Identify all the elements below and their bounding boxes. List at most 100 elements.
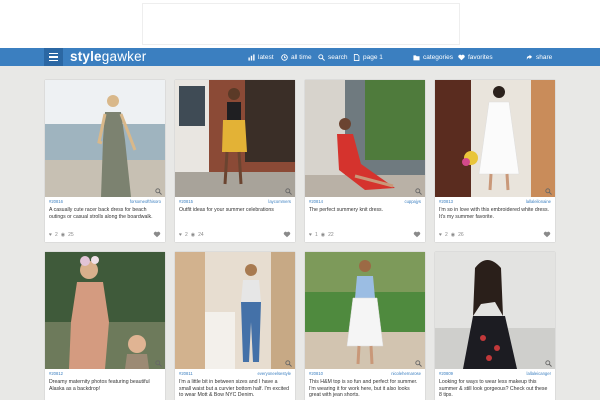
- post-meta: #20813 lallaleilonaine: [439, 199, 551, 206]
- heart-count: 2: [444, 232, 448, 238]
- favorite-heart-icon[interactable]: [153, 231, 161, 238]
- nav-latest-label: latest: [258, 53, 274, 61]
- nav-page-label: page 1: [363, 53, 383, 61]
- post-caption[interactable]: This H&M top is so fun and perfect for s…: [309, 379, 419, 399]
- post-user[interactable]: lallaleilonaine: [526, 199, 551, 206]
- favorite-heart-icon[interactable]: [543, 231, 551, 238]
- view-count: 25: [68, 232, 74, 238]
- post-card[interactable]: #20811 everyoneelsestyle I'm a little bi…: [175, 252, 295, 400]
- post-caption[interactable]: Outfit ideas for your summer celebration…: [179, 207, 289, 214]
- share-icon: [526, 54, 533, 61]
- post-photo[interactable]: [45, 80, 165, 197]
- post-caption[interactable]: The perfect summery knit dress.: [309, 207, 419, 214]
- heart-count: 1: [314, 232, 318, 238]
- post-card[interactable]: #20813 lallaleilonaine I'm so in love wi…: [435, 80, 555, 242]
- post-user[interactable]: lallaleicanger: [527, 371, 551, 378]
- clock-icon: [281, 53, 288, 61]
- views-icon: ◉: [190, 232, 196, 238]
- zoom-icon[interactable]: [545, 360, 552, 367]
- favorite-heart-icon[interactable]: [413, 231, 421, 238]
- latest-icon: [248, 53, 255, 61]
- post-photo[interactable]: [175, 252, 295, 369]
- post-card[interactable]: #20814 cuppajys The perfect summery knit…: [305, 80, 425, 242]
- post-card[interactable]: #20810 nicolehernarose This H&M top is s…: [305, 252, 425, 400]
- views-icon: ◉: [450, 232, 456, 238]
- nav-share-label: share: [536, 53, 553, 61]
- nav-latest[interactable]: latest: [248, 48, 274, 66]
- post-caption[interactable]: I'm a little bit in between sizes and I …: [179, 379, 289, 399]
- zoom-icon[interactable]: [415, 360, 422, 367]
- post-card[interactable]: #20816 forsomeofthisoro A casually cute …: [45, 80, 165, 242]
- nav-categories-label: categories: [423, 53, 453, 61]
- post-photo[interactable]: [175, 80, 295, 197]
- zoom-icon[interactable]: [545, 188, 552, 195]
- page-icon: [353, 53, 360, 61]
- post-user[interactable]: everyoneelsestyle: [257, 371, 291, 378]
- post-photo[interactable]: [45, 252, 165, 369]
- post-id[interactable]: #20811: [179, 371, 193, 378]
- site-logo[interactable]: stylegawker: [70, 49, 147, 65]
- nav-all-time-label: all time: [291, 53, 312, 61]
- post-user[interactable]: nicolehernarose: [391, 371, 421, 378]
- post-meta: #20810 nicolehernarose: [309, 371, 421, 378]
- post-id[interactable]: #20815: [179, 199, 193, 206]
- post-id[interactable]: #20812: [49, 371, 63, 378]
- nav-search-label: search: [328, 53, 348, 61]
- post-id[interactable]: #20809: [439, 371, 453, 378]
- search-icon: [318, 53, 325, 61]
- post-photo[interactable]: [435, 252, 555, 369]
- post-meta: #20814 cuppajys: [309, 199, 421, 206]
- zoom-icon[interactable]: [155, 360, 162, 367]
- nav-search[interactable]: search: [318, 48, 348, 66]
- post-meta: #20809 lallaleicanger: [439, 371, 551, 378]
- heart-icon: [458, 54, 465, 61]
- post-card[interactable]: #20809 lallaleicanger Looking for ways t…: [435, 252, 555, 400]
- post-id[interactable]: #20810: [309, 371, 323, 378]
- post-photo[interactable]: [305, 80, 425, 197]
- post-caption[interactable]: Dreamy maternity photos featuring beauti…: [49, 379, 159, 392]
- nav-page[interactable]: page 1: [353, 48, 383, 66]
- nav-all-time[interactable]: all time: [281, 48, 312, 66]
- ad-slot: [142, 3, 460, 45]
- heart-icon: ♥: [309, 232, 312, 238]
- zoom-icon[interactable]: [285, 188, 292, 195]
- heart-icon: ♥: [49, 232, 52, 238]
- post-meta: #20816 forsomeofthisoro: [49, 199, 161, 206]
- heart-icon: ♥: [439, 232, 442, 238]
- navbar: stylegawker latest all time search page …: [0, 48, 600, 66]
- post-photo[interactable]: [435, 80, 555, 197]
- menu-icon[interactable]: [44, 48, 63, 66]
- post-stats: ♥ 2 ◉ 25: [49, 232, 74, 238]
- nav-favorites[interactable]: favorites: [458, 48, 493, 66]
- post-user[interactable]: forsomeofthisoro: [130, 199, 161, 206]
- nav-share[interactable]: share: [526, 48, 552, 66]
- views-icon: ◉: [60, 232, 66, 238]
- post-card[interactable]: #20812 Dreamy maternity photos featuring…: [45, 252, 165, 400]
- post-stats: ♥ 2 ◉ 26: [439, 232, 464, 238]
- view-count: 22: [328, 232, 334, 238]
- post-caption[interactable]: Looking for ways to wear less makeup thi…: [439, 379, 549, 399]
- post-stats: ♥ 1 ◉ 22: [309, 232, 334, 238]
- post-stats: ♥ 2 ◉ 24: [179, 232, 204, 238]
- post-meta: #20811 everyoneelsestyle: [179, 371, 291, 378]
- top-banner-area: [0, 0, 600, 48]
- post-photo[interactable]: [305, 252, 425, 369]
- post-user[interactable]: laycommers: [268, 199, 291, 206]
- heart-count: 2: [54, 232, 58, 238]
- post-meta: #20812: [49, 371, 161, 378]
- post-meta: #20815 laycommers: [179, 199, 291, 206]
- zoom-icon[interactable]: [155, 188, 162, 195]
- post-user[interactable]: cuppajys: [404, 199, 421, 206]
- view-count: 24: [198, 232, 204, 238]
- post-id[interactable]: #20816: [49, 199, 63, 206]
- post-id[interactable]: #20814: [309, 199, 323, 206]
- post-caption[interactable]: I'm so in love with this embroidered whi…: [439, 207, 549, 220]
- nav-categories[interactable]: categories: [413, 48, 453, 66]
- post-id[interactable]: #20813: [439, 199, 453, 206]
- zoom-icon[interactable]: [415, 188, 422, 195]
- zoom-icon[interactable]: [285, 360, 292, 367]
- post-card[interactable]: #20815 laycommers Outfit ideas for your …: [175, 80, 295, 242]
- favorite-heart-icon[interactable]: [283, 231, 291, 238]
- logo-rest: gawker: [101, 49, 147, 64]
- post-caption[interactable]: A casually cute racer back dress for bea…: [49, 207, 159, 220]
